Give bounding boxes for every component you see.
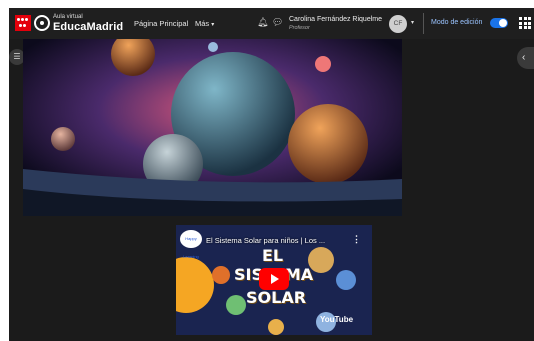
educamadrid-logo-icon[interactable] [34,15,50,31]
channel-logo[interactable]: Happy Learning [180,230,202,259]
brand-subtitle: Aula virtual [53,14,83,20]
nav-home-link[interactable]: Página Principal [134,19,188,28]
nav-more-label: Más [195,19,210,28]
nav-more-menu[interactable]: Más ▾ [195,19,214,28]
youtube-logo[interactable]: YouTube [320,315,353,324]
block-drawer-toggle-icon[interactable]: ‹ [517,47,534,69]
more-vert-icon[interactable]: ⋮ [352,234,361,245]
edit-mode-toggle[interactable] [490,18,508,28]
bell-icon[interactable]: 🔔︎ [257,17,268,28]
planet-tiny [208,42,218,52]
top-navbar: Aula virtual EducaMadrid Página Principa… [9,8,534,39]
glowing-star [315,56,331,72]
apps-grid-icon[interactable] [519,17,531,29]
divider [423,13,424,34]
comunidad-madrid-flag-icon [15,15,31,31]
avatar[interactable]: CF [389,15,407,33]
user-name[interactable]: Carolina Fernández Riquelme [289,16,382,23]
user-role: Profesor [289,25,310,31]
video-overlay-line3: SOLAR [246,288,307,307]
planet-pink [51,127,75,151]
chevron-down-icon: ▾ [211,22,215,28]
video-title[interactable]: El Sistema Solar para niños | Los ... [206,236,325,245]
brand-name[interactable]: EducaMadrid [53,21,123,33]
play-button[interactable] [259,268,289,290]
chat-bubble-icon[interactable]: 💬︎ [272,17,283,28]
planet-large-orange [288,104,368,184]
user-menu-chevron-icon[interactable]: ▾ [411,19,414,26]
space-illustration [23,39,402,216]
edit-mode-label: Modo de edición [431,19,483,26]
video-overlay-line1: EL [262,246,284,265]
page: Aula virtual EducaMadrid Página Principa… [0,0,534,341]
